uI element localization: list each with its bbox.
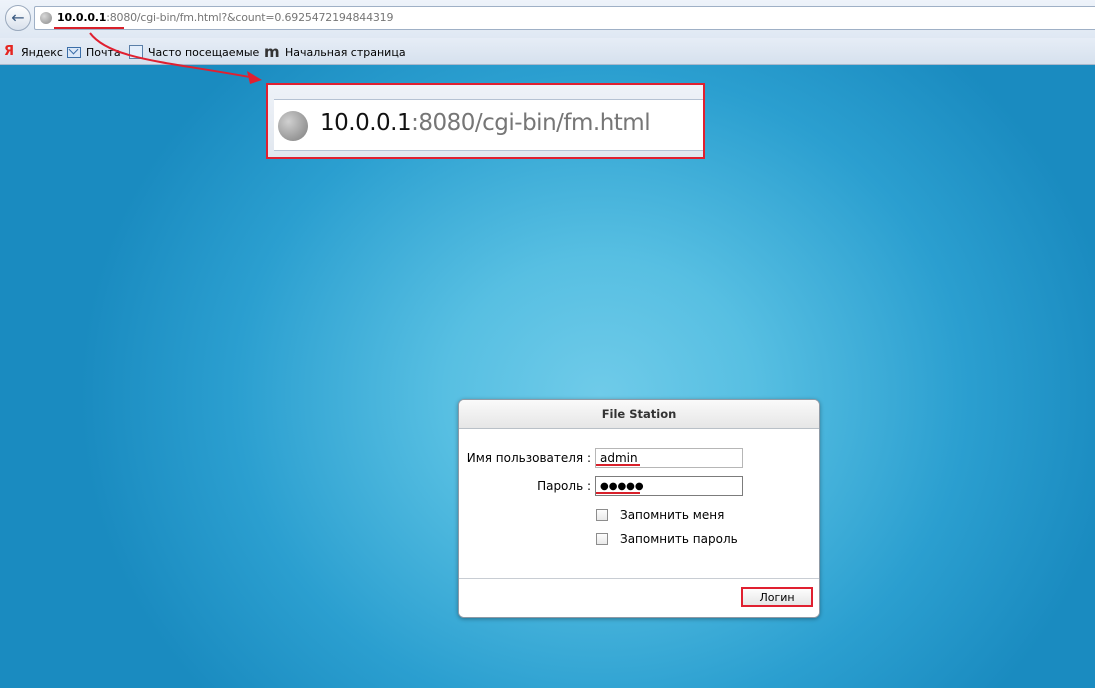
bookmarks-bar: Я Яндекс Почта Часто посещаемые m Началь… xyxy=(0,38,1095,65)
bookmark-label: Яндекс xyxy=(21,45,63,59)
bookmark-yandex[interactable]: Я Яндекс xyxy=(4,44,63,60)
address-url: 10.0.0.1:8080/cgi-bin/fm.html?&count=0.6… xyxy=(57,11,393,24)
remember-password-label: Запомнить пароль xyxy=(620,532,738,546)
dialog-title: File Station xyxy=(459,400,819,429)
yandex-icon: Я xyxy=(4,44,15,59)
url-path: :8080/cgi-bin/fm.html?&count=0.692547219… xyxy=(106,11,394,24)
bookmark-label: Часто посещаемые xyxy=(148,45,260,59)
address-zoom-callout: 10.0.0.1:8080/cgi-bin/fm.html xyxy=(266,83,705,159)
login-button[interactable]: Логин xyxy=(741,587,813,607)
password-label: Пароль : xyxy=(537,479,591,493)
bookmark-label: Начальная страница xyxy=(285,45,406,59)
bookmark-mail[interactable]: Почта xyxy=(67,44,121,60)
home-page-icon: m xyxy=(264,43,280,61)
bookmark-home-page[interactable]: m Начальная страница xyxy=(264,44,406,60)
address-bar[interactable]: 10.0.0.1:8080/cgi-bin/fm.html?&count=0.6… xyxy=(34,6,1095,30)
mail-icon xyxy=(67,46,81,58)
zoomed-url-path: :8080/cgi-bin/fm.html xyxy=(411,110,651,136)
frequent-icon xyxy=(129,45,143,59)
bookmark-label: Почта xyxy=(86,45,121,59)
remember-me-row[interactable]: Запомнить меня xyxy=(595,508,724,522)
url-host: 10.0.0.1 xyxy=(57,11,107,24)
back-arrow-icon[interactable]: ← xyxy=(5,5,31,31)
password-underline xyxy=(596,492,640,494)
zoomed-url-host: 10.0.0.1 xyxy=(320,110,412,136)
remember-me-label: Запомнить меня xyxy=(620,508,725,522)
bookmark-frequent[interactable]: Часто посещаемые xyxy=(129,44,259,60)
zoomed-address-bar: 10.0.0.1:8080/cgi-bin/fm.html xyxy=(274,99,703,151)
zoomed-url: 10.0.0.1:8080/cgi-bin/fm.html xyxy=(320,110,651,136)
remember-password-row[interactable]: Запомнить пароль xyxy=(595,532,738,546)
username-label: Имя пользователя : xyxy=(466,451,591,465)
browser-toolbar: ← 10.0.0.1:8080/cgi-bin/fm.html?&count=0… xyxy=(0,0,1095,38)
remember-me-checkbox[interactable] xyxy=(596,509,608,521)
globe-icon xyxy=(40,12,52,24)
username-underline xyxy=(596,464,640,466)
remember-password-checkbox[interactable] xyxy=(596,533,608,545)
globe-icon xyxy=(278,111,308,141)
url-highlight-underline xyxy=(54,27,124,29)
dialog-footer: Логин xyxy=(459,578,819,617)
login-dialog: File Station Имя пользователя : Пароль :… xyxy=(458,399,820,618)
